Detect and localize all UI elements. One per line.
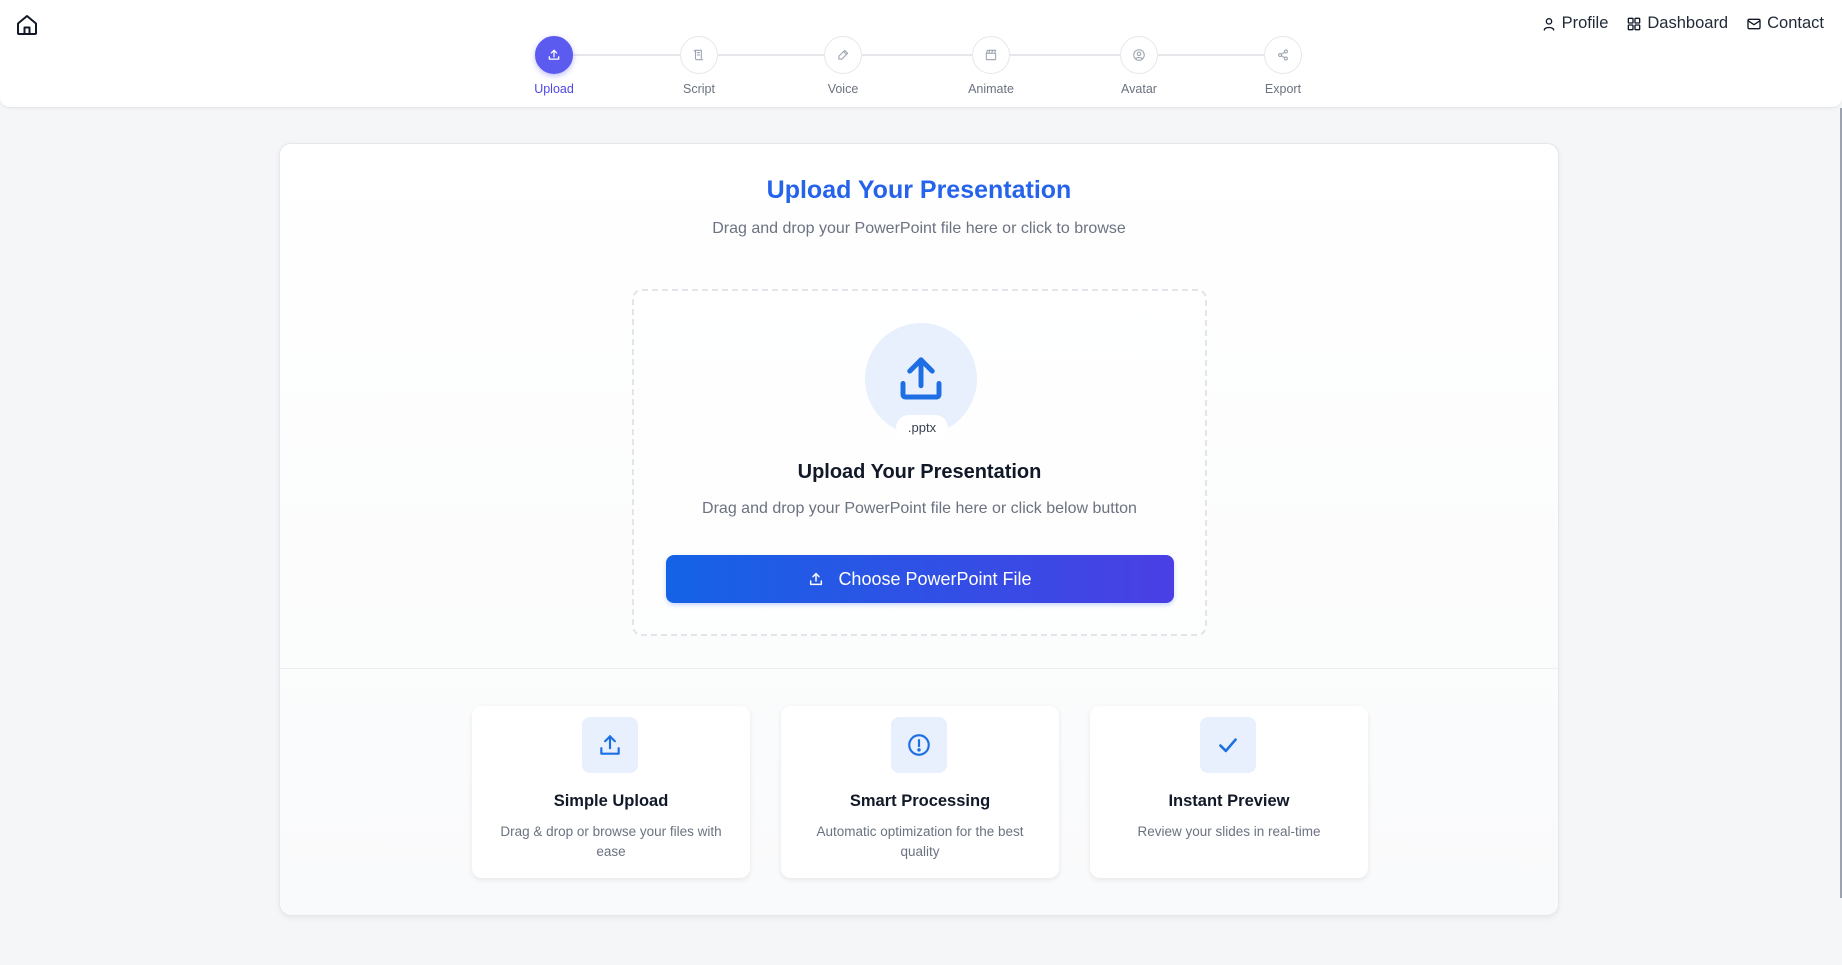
dropzone-subtitle: Drag and drop your PowerPoint file here … bbox=[702, 500, 1137, 517]
feature-title: Smart Processing bbox=[849, 792, 991, 810]
step-export[interactable]: Export bbox=[1238, 36, 1328, 96]
upload-icon bbox=[900, 357, 942, 400]
step-upload[interactable]: Upload bbox=[509, 36, 599, 96]
feature-icon-box bbox=[582, 717, 638, 773]
feature-icon-box bbox=[891, 717, 947, 773]
step-circle bbox=[1264, 36, 1302, 74]
feature-card-simple-upload: Simple Upload Drag & drop or browse your… bbox=[472, 706, 750, 878]
feature-title: Instant Preview bbox=[1168, 792, 1290, 810]
page-subtitle: Drag and drop your PowerPoint file here … bbox=[712, 220, 1126, 237]
step-animate[interactable]: Animate bbox=[946, 36, 1036, 96]
file-dropzone[interactable]: .pptx Upload Your Presentation Drag and … bbox=[632, 289, 1207, 636]
home-button[interactable] bbox=[14, 12, 40, 38]
feature-description: Review your slides in real-time bbox=[1137, 824, 1321, 839]
feature-card-smart-processing: Smart Processing Automatic optimization … bbox=[781, 706, 1059, 878]
user-icon bbox=[1543, 17, 1554, 31]
dropzone-title: Upload Your Presentation bbox=[797, 461, 1042, 483]
nav-profile-label: Profile bbox=[1561, 14, 1609, 32]
step-label: Export bbox=[1264, 82, 1302, 96]
upload-icon bbox=[548, 49, 560, 60]
step-circle bbox=[972, 36, 1010, 74]
step-label: Voice bbox=[827, 82, 859, 96]
nav-contact-link[interactable]: Contact bbox=[1746, 14, 1824, 33]
feature-card-instant-preview: Instant Preview Review your slides in re… bbox=[1090, 706, 1368, 878]
clapperboard-icon bbox=[985, 49, 997, 61]
step-script[interactable]: Script bbox=[654, 36, 744, 96]
top-nav-links: Profile Dashboard Contact bbox=[1541, 14, 1824, 33]
feature-description: Drag & drop or browse your files with ea… bbox=[500, 824, 722, 859]
choose-file-label: Choose PowerPoint File bbox=[838, 568, 1032, 589]
step-circle bbox=[824, 36, 862, 74]
choose-file-button[interactable]: Choose PowerPoint File bbox=[666, 555, 1174, 603]
mail-icon bbox=[1747, 18, 1761, 29]
check-icon bbox=[1219, 738, 1237, 753]
feature-description: Automatic optimization for the best qual… bbox=[816, 824, 1024, 859]
step-avatar[interactable]: Avatar bbox=[1094, 36, 1184, 96]
home-icon bbox=[17, 15, 37, 35]
step-circle bbox=[535, 36, 573, 74]
upload-icon bbox=[810, 572, 823, 586]
page-title: Upload Your Presentation bbox=[766, 176, 1072, 204]
pen-icon bbox=[838, 49, 849, 60]
nav-dashboard-link[interactable]: Dashboard bbox=[1626, 14, 1728, 33]
section-divider bbox=[280, 668, 1558, 669]
feature-icon-box bbox=[1200, 717, 1256, 773]
feature-title: Simple Upload bbox=[553, 792, 669, 810]
nav-profile-link[interactable]: Profile bbox=[1541, 14, 1609, 33]
top-navigation-bar: Upload Script Voice Animate Avatar Expor… bbox=[0, 0, 1842, 108]
grid-icon bbox=[1628, 17, 1641, 30]
nav-dashboard-label: Dashboard bbox=[1647, 14, 1729, 32]
step-label: Script bbox=[683, 82, 715, 96]
nav-contact-label: Contact bbox=[1767, 14, 1824, 32]
script-icon bbox=[693, 49, 704, 61]
step-label: Avatar bbox=[1121, 82, 1157, 96]
avatar-icon bbox=[1133, 49, 1145, 61]
step-voice[interactable]: Voice bbox=[798, 36, 888, 96]
step-label: Animate bbox=[968, 82, 1014, 96]
step-label: Upload bbox=[534, 82, 574, 96]
step-circle bbox=[1120, 36, 1158, 74]
upload-icon bbox=[600, 735, 620, 755]
progress-stepper: Upload Script Voice Animate Avatar Expor… bbox=[534, 36, 1302, 96]
file-type-badge: .pptx bbox=[896, 415, 948, 441]
alert-circle-icon bbox=[908, 734, 930, 756]
step-circle bbox=[680, 36, 718, 74]
share-icon bbox=[1278, 49, 1288, 61]
upload-card: Upload Your Presentation Drag and drop y… bbox=[279, 143, 1559, 916]
